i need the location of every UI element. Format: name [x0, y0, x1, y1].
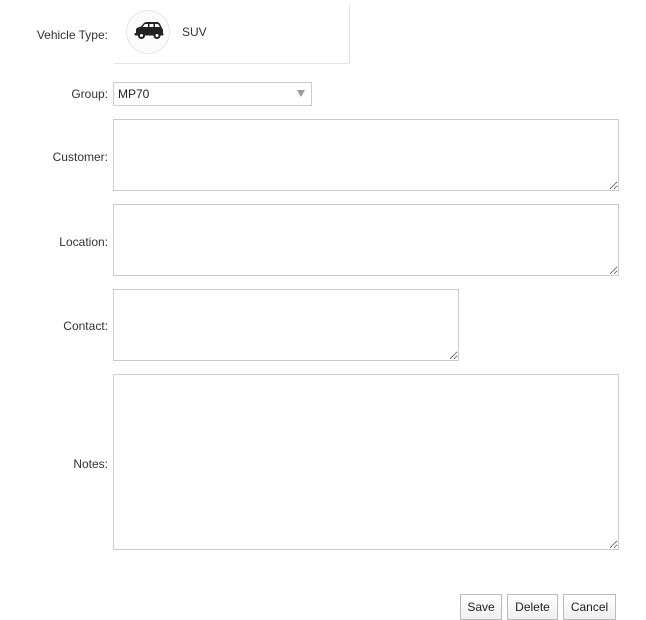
- contact-field[interactable]: [113, 289, 459, 361]
- delete-button[interactable]: Delete: [507, 594, 558, 620]
- car-icon: [134, 22, 164, 39]
- location-label: Location:: [59, 235, 108, 249]
- save-button[interactable]: Save: [460, 594, 502, 620]
- vehicle-form: Vehicle Type: SUV Group: MP70 Customer: …: [0, 0, 646, 620]
- vehicle-type-value: SUV: [182, 25, 207, 39]
- location-field[interactable]: [113, 204, 619, 276]
- group-select[interactable]: MP70: [113, 82, 312, 106]
- notes-field[interactable]: [113, 374, 619, 550]
- customer-label: Customer:: [52, 150, 108, 164]
- contact-label: Contact:: [63, 319, 108, 333]
- vehicle-type-selector[interactable]: SUV: [114, 4, 350, 64]
- customer-field[interactable]: [113, 119, 619, 191]
- dropdown-arrow-icon: [297, 90, 305, 97]
- notes-label: Notes:: [73, 457, 108, 471]
- cancel-button[interactable]: Cancel: [563, 594, 616, 620]
- group-selected-value: MP70: [118, 87, 150, 101]
- group-label: Group:: [71, 87, 108, 101]
- vehicle-icon-circle[interactable]: [126, 10, 170, 54]
- vehicle-type-label: Vehicle Type:: [36, 28, 108, 42]
